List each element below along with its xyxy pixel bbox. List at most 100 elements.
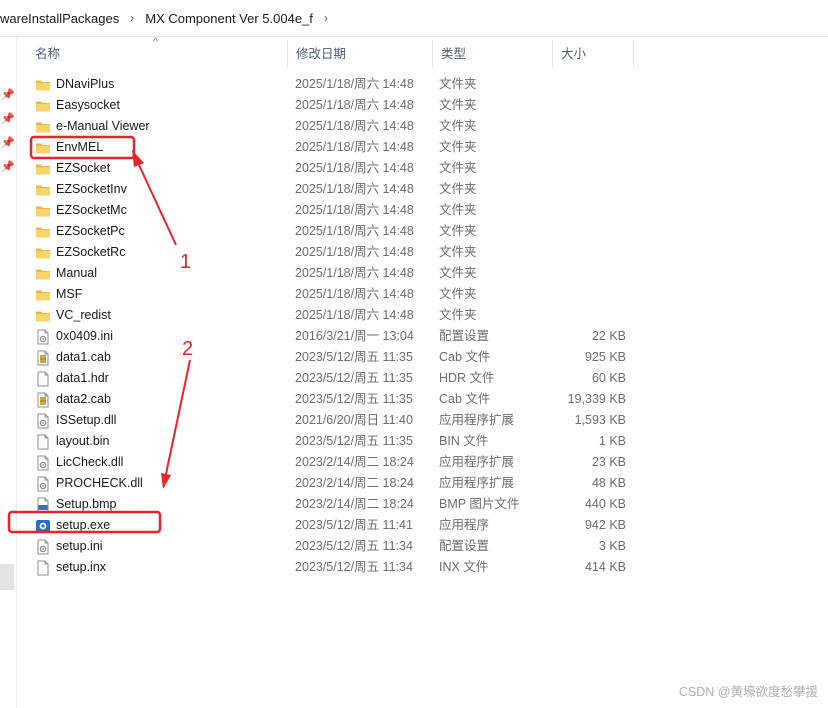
file-row[interactable]: Setup.bmp 2023/2/14/周二 18:24 BMP 图片文件 440 K…	[27, 494, 637, 515]
file-date: 2021/6/20/周日 11:40	[295, 413, 413, 427]
file-row[interactable]: ISSetup.dll 2021/6/20/周日 11:40 应用程序扩展 1,593…	[27, 410, 637, 431]
navigation-pane[interactable]: 📌 📌 📌 📌	[0, 37, 17, 708]
file-name-cell[interactable]: EZSocket	[35, 158, 110, 179]
file-size: 414 KB	[584, 560, 626, 574]
column-name[interactable]: 名称	[27, 40, 287, 68]
file-row[interactable]: Easysocket 2025/1/18/周六 14:48 文件夹	[27, 95, 637, 116]
file-name-cell[interactable]: EnvMEL	[35, 137, 103, 158]
file-name-cell[interactable]: EZSocketInv	[35, 179, 127, 200]
file-name-cell[interactable]: ISSetup.dll	[35, 410, 116, 431]
file-date: 2023/5/12/周五 11:35	[295, 392, 413, 406]
breadcrumb-item-parent[interactable]: wareInstallPackages	[0, 11, 123, 26]
file-icon	[35, 434, 51, 450]
breadcrumb-item-current[interactable]: MX Component Ver 5.004e_f	[141, 11, 317, 26]
file-name: data1.hdr	[56, 371, 109, 385]
file-name-cell[interactable]: EZSocketMc	[35, 200, 127, 221]
file-type: INX 文件	[439, 560, 489, 574]
file-row[interactable]: EZSocketRc 2025/1/18/周六 14:48 文件夹	[27, 242, 637, 263]
file-name: 0x0409.ini	[56, 329, 113, 343]
file-date: 2025/1/18/周六 14:48	[295, 161, 414, 175]
file-name-cell[interactable]: setup.exe	[35, 515, 110, 536]
file-name-cell[interactable]: DNaviPlus	[35, 74, 114, 95]
bmp-file-icon	[35, 497, 51, 513]
file-row[interactable]: layout.bin 2023/5/12/周五 11:35 BIN 文件 1 KB	[27, 431, 637, 452]
file-date: 2025/1/18/周六 14:48	[295, 224, 414, 238]
folder-icon	[35, 77, 51, 93]
file-date: 2025/1/18/周六 14:48	[295, 119, 414, 133]
file-date: 2023/5/12/周五 11:35	[295, 350, 413, 364]
file-row[interactable]: setup.exe 2023/5/12/周五 11:41 应用程序 942 KB	[27, 515, 637, 536]
file-type: BIN 文件	[439, 434, 489, 448]
column-size[interactable]: 大小	[553, 40, 633, 68]
column-type[interactable]: 类型	[433, 40, 552, 68]
file-row[interactable]: data2.cab 2023/5/12/周五 11:35 Cab 文件 19,339 …	[27, 389, 637, 410]
file-name-cell[interactable]: LicCheck.dll	[35, 452, 123, 473]
ini-file-icon	[35, 329, 51, 345]
file-row[interactable]: DNaviPlus 2025/1/18/周六 14:48 文件夹	[27, 74, 637, 95]
file-name-cell[interactable]: PROCHECK.dll	[35, 473, 143, 494]
column-date[interactable]: 修改日期	[288, 40, 432, 68]
file-row[interactable]: EZSocket 2025/1/18/周六 14:48 文件夹	[27, 158, 637, 179]
file-name-cell[interactable]: data2.cab	[35, 389, 111, 410]
file-type: 文件夹	[439, 140, 477, 154]
file-row[interactable]: Manual 2025/1/18/周六 14:48 文件夹	[27, 263, 637, 284]
file-row[interactable]: VC_redist 2025/1/18/周六 14:48 文件夹	[27, 305, 637, 326]
file-name-cell[interactable]: EZSocketPc	[35, 221, 125, 242]
file-row[interactable]: PROCHECK.dll 2023/2/14/周二 18:24 应用程序扩展 48 K…	[27, 473, 637, 494]
file-type: 应用程序扩展	[439, 476, 515, 490]
file-name-cell[interactable]: Manual	[35, 263, 97, 284]
file-date: 2025/1/18/周六 14:48	[295, 245, 414, 259]
file-date: 2025/1/18/周六 14:48	[295, 266, 414, 280]
folder-icon	[35, 140, 51, 156]
nav-selected-item[interactable]	[0, 564, 14, 590]
file-date: 2023/2/14/周二 18:24	[295, 455, 414, 469]
file-size: 23 KB	[591, 455, 626, 469]
file-name-cell[interactable]: data1.cab	[35, 347, 111, 368]
file-row[interactable]: setup.inx 2023/5/12/周五 11:34 INX 文件 414 KB	[27, 557, 637, 578]
column-divider[interactable]	[633, 40, 634, 68]
file-name: PROCHECK.dll	[56, 476, 143, 490]
file-row[interactable]: MSF 2025/1/18/周六 14:48 文件夹	[27, 284, 637, 305]
file-name-cell[interactable]: e-Manual Viewer	[35, 116, 150, 137]
file-row[interactable]: setup.ini 2023/5/12/周五 11:34 配置设置 3 KB	[27, 536, 637, 557]
file-name-cell[interactable]: Easysocket	[35, 95, 120, 116]
file-date: 2025/1/18/周六 14:48	[295, 182, 414, 196]
file-name-cell[interactable]: MSF	[35, 284, 82, 305]
file-name-cell[interactable]: setup.inx	[35, 557, 106, 578]
file-row[interactable]: 0x0409.ini 2016/3/21/周一 13:04 配置设置 22 KB	[27, 326, 637, 347]
file-list: DNaviPlus 2025/1/18/周六 14:48 文件夹 Easysocket…	[27, 74, 637, 578]
file-row[interactable]: EZSocketInv 2025/1/18/周六 14:48 文件夹	[27, 179, 637, 200]
file-name-cell[interactable]: VC_redist	[35, 305, 111, 326]
file-type: 应用程序扩展	[439, 413, 515, 427]
cab-file-icon	[35, 392, 51, 408]
file-type: 文件夹	[439, 203, 477, 217]
file-name-cell[interactable]: data1.hdr	[35, 368, 109, 389]
file-name-cell[interactable]: 0x0409.ini	[35, 326, 113, 347]
file-type: Cab 文件	[439, 350, 491, 364]
file-name: Setup.bmp	[56, 497, 117, 511]
breadcrumb: wareInstallPackages › MX Component Ver 5…	[0, 0, 828, 37]
file-name-cell[interactable]: layout.bin	[35, 431, 110, 452]
file-name: data2.cab	[56, 392, 111, 406]
file-name-cell[interactable]: setup.ini	[35, 536, 103, 557]
file-size: 1 KB	[598, 434, 626, 448]
file-name: e-Manual Viewer	[56, 119, 150, 133]
file-date: 2025/1/18/周六 14:48	[295, 140, 414, 154]
file-row[interactable]: EnvMEL 2025/1/18/周六 14:48 文件夹	[27, 137, 637, 158]
file-name-cell[interactable]: Setup.bmp	[35, 494, 116, 515]
file-row[interactable]: e-Manual Viewer 2025/1/18/周六 14:48 文件夹	[27, 116, 637, 137]
chevron-right-icon[interactable]: ›	[317, 11, 335, 25]
file-row[interactable]: data1.hdr 2023/5/12/周五 11:35 HDR 文件 60 KB	[27, 368, 637, 389]
file-date: 2023/5/12/周五 11:34	[295, 560, 413, 574]
file-row[interactable]: EZSocketPc 2025/1/18/周六 14:48 文件夹	[27, 221, 637, 242]
file-row[interactable]: LicCheck.dll 2023/2/14/周二 18:24 应用程序扩展 23 K…	[27, 452, 637, 473]
file-name: EnvMEL	[56, 140, 104, 154]
file-type: 文件夹	[439, 182, 477, 196]
file-name-cell[interactable]: EZSocketRc	[35, 242, 125, 263]
file-name: EZSocketRc	[56, 245, 126, 259]
file-row[interactable]: EZSocketMc 2025/1/18/周六 14:48 文件夹	[27, 200, 637, 221]
file-type: 文件夹	[439, 245, 477, 259]
file-name: data1.cab	[56, 350, 111, 364]
chevron-right-icon[interactable]: ›	[123, 11, 141, 25]
file-row[interactable]: data1.cab 2023/5/12/周五 11:35 Cab 文件 925 KB	[27, 347, 637, 368]
